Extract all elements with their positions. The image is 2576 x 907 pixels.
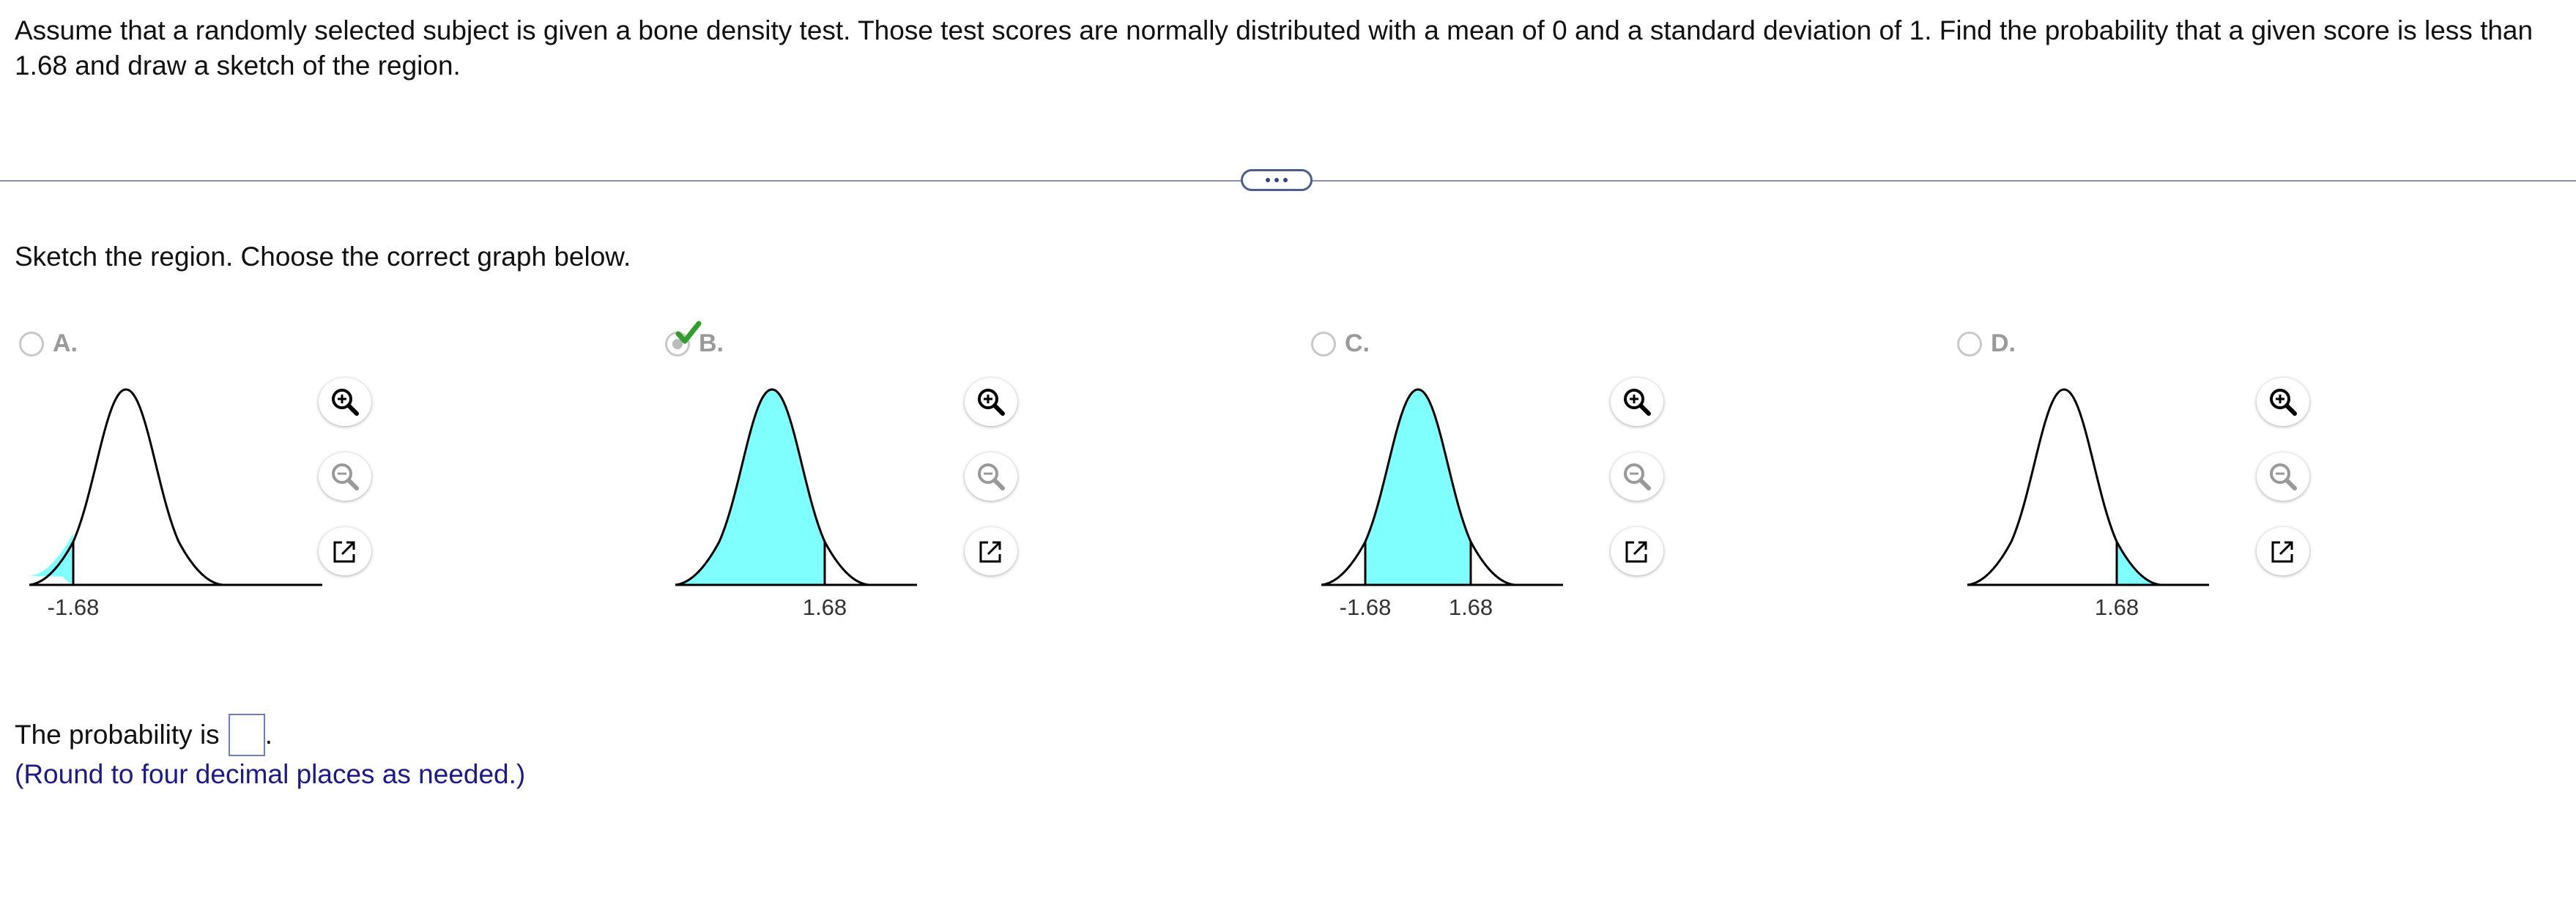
option-letter: B. (699, 329, 724, 357)
zoom-out-button[interactable] (965, 452, 1017, 501)
option-c-select[interactable]: C. (1311, 329, 1370, 358)
zoom-out-icon (332, 463, 359, 490)
option-letter: C. (1345, 329, 1370, 357)
popout-icon (2271, 541, 2293, 563)
checkmark-icon (675, 321, 702, 344)
ellipsis-dot-icon (1274, 178, 1279, 182)
radio-button[interactable] (1957, 331, 1982, 357)
tick-label: -1.68 (1340, 594, 1392, 620)
zoom-out-button[interactable] (2257, 452, 2309, 501)
answer-row: The probability is . (15, 714, 272, 756)
rounding-hint: (Round to four decimal places as needed.… (15, 759, 526, 789)
option-b-select[interactable]: B. (665, 321, 724, 358)
zoom-out-icon (2270, 463, 2297, 490)
shaded-region (1365, 389, 1471, 585)
option-letter: A. (53, 329, 78, 357)
ellipsis-dot-icon (1283, 178, 1288, 182)
zoom-out-button[interactable] (319, 452, 371, 501)
radio-button[interactable] (1311, 331, 1336, 357)
expand-toggle-button[interactable] (1241, 169, 1313, 191)
probability-input[interactable] (228, 714, 265, 756)
popout-icon (1625, 541, 1647, 563)
shaded-region (675, 389, 825, 585)
tick-label: -1.68 (48, 594, 100, 620)
option-d-select[interactable]: D. (1957, 329, 2016, 358)
normal-curve (1967, 388, 2161, 586)
popout-button[interactable] (965, 527, 1017, 575)
question-text: Assume that a randomly selected subject … (15, 15, 2534, 81)
zoom-in-icon (332, 389, 359, 416)
prompt-text: Sketch the region. Choose the correct gr… (15, 242, 631, 272)
popout-button[interactable] (319, 527, 371, 575)
popout-button[interactable] (2257, 527, 2309, 575)
answer-prefix: The probability is (15, 720, 220, 750)
option-d: D. 1.68 (1953, 322, 2539, 673)
shaded-region (2117, 542, 2161, 585)
popout-icon (333, 541, 355, 563)
zoom-in-button[interactable] (319, 378, 371, 426)
zoom-out-icon (978, 463, 1005, 490)
option-c: C. -1.68 1.68 (1307, 322, 1893, 673)
option-b: B. 1.68 (661, 321, 1247, 673)
zoom-out-button[interactable] (1611, 452, 1663, 501)
zoom-in-button[interactable] (1611, 378, 1663, 426)
popout-button[interactable] (1611, 527, 1663, 575)
option-letter: D. (1991, 329, 2016, 357)
normal-curve-graph-c: -1.68 1.68 (1321, 388, 1563, 620)
zoom-in-icon (2270, 389, 2297, 416)
zoom-in-icon (978, 389, 1005, 416)
tick-label: 1.68 (1449, 594, 1493, 620)
tick-label: 1.68 (2095, 594, 2139, 620)
zoom-out-icon (1624, 463, 1651, 490)
answer-suffix: . (264, 720, 272, 750)
normal-curve (29, 388, 223, 586)
zoom-in-icon (1624, 389, 1651, 416)
zoom-in-button[interactable] (965, 378, 1017, 426)
option-a: A. -1.68 (15, 322, 601, 673)
popout-icon (979, 541, 1001, 563)
option-a-select[interactable]: A. (19, 329, 78, 358)
normal-curve-graph-a: -1.68 (29, 388, 322, 620)
normal-curve-graph-d: 1.68 (1967, 388, 2209, 620)
normal-curve-graph-b: 1.68 (675, 388, 917, 620)
radio-button[interactable] (19, 331, 44, 357)
ellipsis-dot-icon (1266, 178, 1270, 182)
tick-label: 1.68 (803, 594, 847, 620)
zoom-in-button[interactable] (2257, 378, 2309, 426)
